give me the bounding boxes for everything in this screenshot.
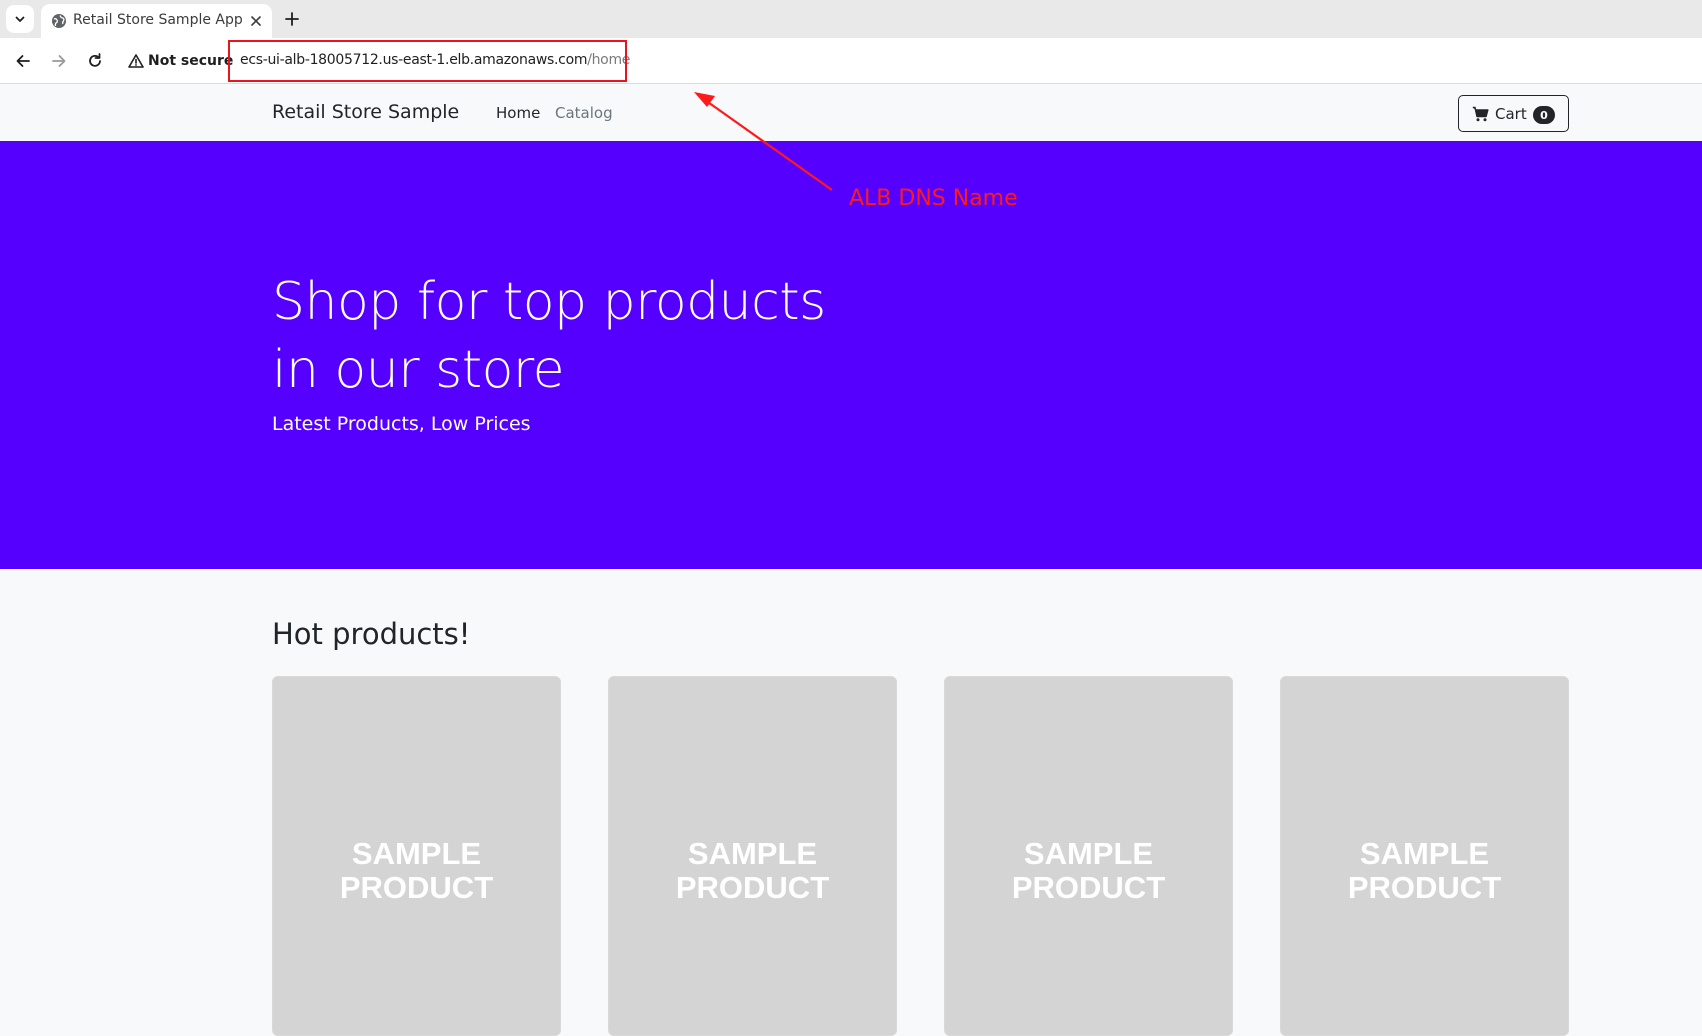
product-image-text-line-1: SAMPLE	[1023, 836, 1154, 871]
plus-icon[interactable]	[282, 9, 302, 29]
product-image-text-line-1: SAMPLE	[351, 836, 482, 871]
nav-link-home[interactable]: Home	[496, 104, 540, 122]
product-image-text-line-1: SAMPLE	[687, 836, 818, 871]
product-card[interactable]: SAMPLE PRODUCT	[608, 676, 897, 1036]
hero-title-line-2: in our store	[272, 340, 565, 400]
cart-count-badge: 0	[1533, 106, 1555, 124]
product-image-placeholder: SAMPLE PRODUCT	[273, 837, 560, 905]
browser-tab[interactable]: Retail Store Sample App	[41, 4, 272, 38]
hero-title: Shop for top products in our store	[272, 268, 972, 404]
product-image-placeholder: SAMPLE PRODUCT	[1281, 837, 1568, 905]
product-image-placeholder: SAMPLE PRODUCT	[609, 837, 896, 905]
warning-icon	[128, 54, 144, 68]
site-navbar: Retail Store Sample Home Catalog Cart 0	[0, 85, 1702, 141]
cart-label: Cart	[1495, 105, 1527, 123]
hero-title-line-1: Shop for top products	[272, 272, 826, 332]
nav-link-catalog[interactable]: Catalog	[555, 104, 613, 122]
product-grid: SAMPLE PRODUCT SAMPLE PRODUCT SAMPLE PRO…	[272, 676, 1570, 1036]
product-image-text-line-2: PRODUCT	[1347, 870, 1502, 905]
globe-icon	[52, 14, 66, 28]
tab-title: Retail Store Sample App	[73, 12, 243, 28]
product-card[interactable]: SAMPLE PRODUCT	[1280, 676, 1569, 1036]
url-highlight-box	[228, 40, 627, 82]
product-image-text-line-2: PRODUCT	[339, 870, 494, 905]
product-image-text-line-2: PRODUCT	[675, 870, 830, 905]
hero-subtitle: Latest Products, Low Prices	[272, 413, 531, 435]
product-image-placeholder: SAMPLE PRODUCT	[945, 837, 1232, 905]
security-label: Not secure	[148, 53, 234, 69]
product-card[interactable]: SAMPLE PRODUCT	[272, 676, 561, 1036]
site-brand[interactable]: Retail Store Sample	[272, 101, 459, 123]
product-image-text-line-1: SAMPLE	[1359, 836, 1490, 871]
back-arrow-icon[interactable]	[13, 51, 33, 71]
annotation-label: ALB DNS Name	[849, 186, 1018, 211]
tab-strip: Retail Store Sample App	[0, 0, 1702, 38]
product-image-text-line-2: PRODUCT	[1011, 870, 1166, 905]
tab-search-button[interactable]	[6, 5, 34, 33]
cart-icon	[1472, 106, 1489, 122]
close-icon[interactable]	[249, 14, 263, 28]
hot-products-title: Hot products!	[272, 617, 471, 651]
tab-dropdown-icon	[15, 16, 25, 22]
security-indicator[interactable]: Not secure	[128, 51, 233, 71]
forward-arrow-icon[interactable]	[49, 51, 69, 71]
reload-icon[interactable]	[85, 51, 105, 71]
product-card[interactable]: SAMPLE PRODUCT	[944, 676, 1233, 1036]
cart-button[interactable]: Cart 0	[1458, 95, 1569, 132]
